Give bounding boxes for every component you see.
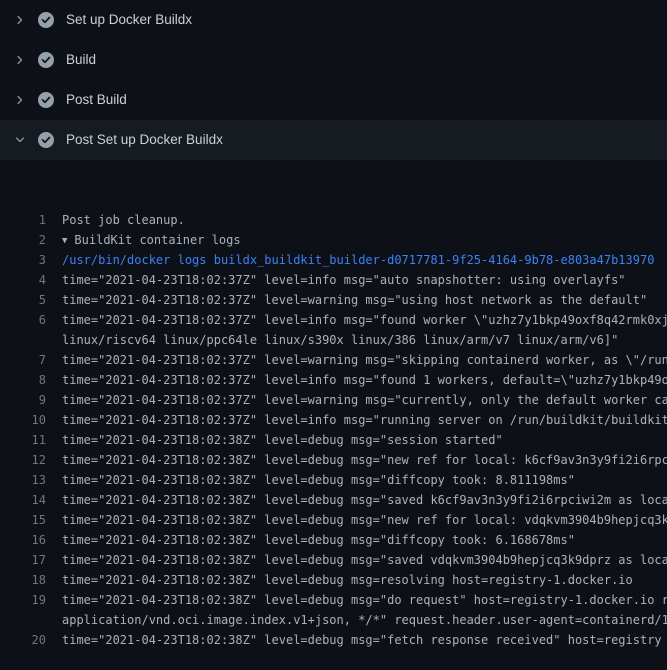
line-number[interactable]: 12 [0, 450, 46, 470]
line-number[interactable]: 4 [0, 270, 46, 290]
log-row: 5 time="2021-04-23T18:02:37Z" level=warni… [0, 290, 667, 310]
log-row: 6 time="2021-04-23T18:02:37Z" level=info … [0, 310, 667, 330]
log-row: 8 time="2021-04-23T18:02:37Z" level=info … [0, 370, 667, 390]
log-row: 11 time="2021-04-23T18:02:38Z" level=debu… [0, 430, 667, 450]
log-text: time="2021-04-23T18:02:38Z" level=debug … [62, 470, 575, 490]
log-text: linux/riscv64 linux/ppc64le linux/s390x … [62, 330, 618, 350]
log-row: 15 time="2021-04-23T18:02:38Z" level=debu… [0, 510, 667, 530]
log-text: time="2021-04-23T18:02:38Z" level=debug … [62, 430, 503, 450]
log-row: 7 time="2021-04-23T18:02:37Z" level=warni… [0, 350, 667, 370]
log-text: time="2021-04-23T18:02:38Z" level=debug … [62, 450, 667, 470]
line-number[interactable]: 11 [0, 430, 46, 450]
check-circle-icon [38, 132, 54, 148]
line-number[interactable]: 15 [0, 510, 46, 530]
line-number[interactable]: 13 [0, 470, 46, 490]
log-row: 16 time="2021-04-23T18:02:38Z" level=debu… [0, 530, 667, 550]
log-row: 10 time="2021-04-23T18:02:37Z" level=info… [0, 410, 667, 430]
log-text: Post job cleanup. [62, 210, 185, 230]
step-header-build[interactable]: Build [0, 40, 667, 80]
log-text: time="2021-04-23T18:02:38Z" level=debug … [62, 490, 667, 510]
log-row: 2 ▼BuildKit container logs [0, 230, 667, 250]
log-row: 12 time="2021-04-23T18:02:38Z" level=debu… [0, 450, 667, 470]
check-circle-icon [38, 12, 54, 28]
line-number[interactable]: 9 [0, 390, 46, 410]
line-number[interactable]: 2 [0, 230, 46, 250]
line-number[interactable]: 3 [0, 250, 46, 270]
log-row: application/vnd.oci.image.index.v1+json,… [0, 610, 667, 630]
log-text: time="2021-04-23T18:02:38Z" level=debug … [62, 590, 667, 610]
steps-list: Set up Docker Buildx Build Post Build Po… [0, 0, 667, 160]
log-text: ▼BuildKit container logs [62, 230, 241, 250]
log-text: time="2021-04-23T18:02:37Z" level=warnin… [62, 290, 647, 310]
log-row: linux/riscv64 linux/ppc64le linux/s390x … [0, 330, 667, 350]
line-number[interactable]: 8 [0, 370, 46, 390]
log-row: 9 time="2021-04-23T18:02:37Z" level=warni… [0, 390, 667, 410]
chevron-right-icon [12, 92, 28, 108]
log-row: 14 time="2021-04-23T18:02:38Z" level=debu… [0, 490, 667, 510]
line-number[interactable]: 20 [0, 630, 46, 650]
log-text: time="2021-04-23T18:02:37Z" level=info m… [62, 310, 667, 330]
chevron-right-icon [12, 12, 28, 28]
step-header-setup-docker-buildx[interactable]: Set up Docker Buildx [0, 0, 667, 40]
step-title: Post Set up Docker Buildx [66, 133, 223, 147]
step-title: Set up Docker Buildx [66, 13, 192, 27]
log-text: application/vnd.oci.image.index.v1+json,… [62, 610, 667, 630]
log-text: time="2021-04-23T18:02:37Z" level=warnin… [62, 390, 667, 410]
step-title: Post Build [66, 93, 127, 107]
log-text: time="2021-04-23T18:02:38Z" level=debug … [62, 530, 575, 550]
chevron-down-icon [12, 132, 28, 148]
log-text: time="2021-04-23T18:02:37Z" level=info m… [62, 410, 667, 430]
log-row: 3/usr/bin/docker logs buildx_buildkit_bu… [0, 250, 667, 270]
log-lines: 1 Post job cleanup. 2 ▼BuildKit container l… [0, 210, 667, 650]
log-row: 17 time="2021-04-23T18:02:38Z" level=debu… [0, 550, 667, 570]
log-row: 20 time="2021-04-23T18:02:38Z" level=debu… [0, 630, 667, 650]
line-number [0, 610, 46, 630]
line-number[interactable]: 17 [0, 550, 46, 570]
log-text: time="2021-04-23T18:02:37Z" level=info m… [62, 370, 667, 390]
log-text: time="2021-04-23T18:02:37Z" level=info m… [62, 270, 626, 290]
line-number[interactable]: 6 [0, 310, 46, 330]
check-circle-icon [38, 52, 54, 68]
log-command-text: /usr/bin/docker logs buildx_buildkit_bui… [62, 250, 654, 270]
line-number[interactable]: 5 [0, 290, 46, 310]
log-text: time="2021-04-23T18:02:38Z" level=debug … [62, 630, 662, 650]
line-number[interactable]: 7 [0, 350, 46, 370]
log-row: 13 time="2021-04-23T18:02:38Z" level=debu… [0, 470, 667, 490]
line-number[interactable]: 18 [0, 570, 46, 590]
line-number [0, 330, 46, 350]
log-text: time="2021-04-23T18:02:38Z" level=debug … [62, 570, 633, 590]
line-number[interactable]: 1 [0, 210, 46, 230]
log-text: time="2021-04-23T18:02:38Z" level=debug … [62, 550, 667, 570]
log-row: 4 time="2021-04-23T18:02:37Z" level=info … [0, 270, 667, 290]
chevron-right-icon [12, 52, 28, 68]
log-text: time="2021-04-23T18:02:37Z" level=warnin… [62, 350, 667, 370]
log-row: 1 Post job cleanup. [0, 210, 667, 230]
log-row: 19 time="2021-04-23T18:02:38Z" level=debu… [0, 590, 667, 610]
check-circle-icon [38, 92, 54, 108]
log-text: time="2021-04-23T18:02:38Z" level=debug … [62, 510, 667, 530]
line-number[interactable]: 10 [0, 410, 46, 430]
log-group-caret-icon[interactable]: ▼ [62, 231, 67, 251]
line-number[interactable]: 19 [0, 590, 46, 610]
log-row: 18 time="2021-04-23T18:02:38Z" level=debu… [0, 570, 667, 590]
log-area: 1 Post job cleanup. 2 ▼BuildKit container l… [0, 160, 667, 670]
step-header-post-build[interactable]: Post Build [0, 80, 667, 120]
step-title: Build [66, 53, 96, 67]
line-number[interactable]: 14 [0, 490, 46, 510]
step-header-post-setup-docker-buildx[interactable]: Post Set up Docker Buildx [0, 120, 667, 160]
line-number[interactable]: 16 [0, 530, 46, 550]
